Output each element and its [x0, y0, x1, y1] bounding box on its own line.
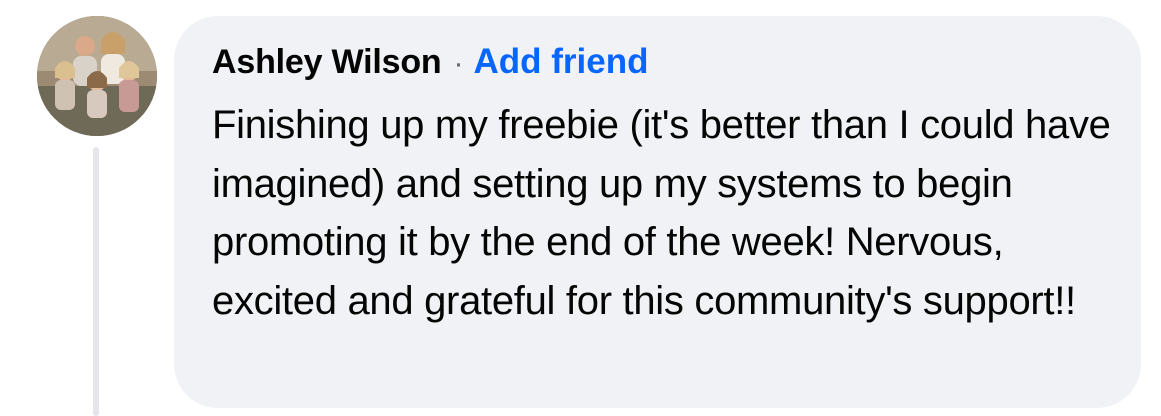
- comment: Ashley Wilson · Add friend Finishing up …: [0, 0, 1161, 416]
- comment-text: Finishing up my freebie (it's better tha…: [212, 103, 1111, 323]
- avatar[interactable]: [37, 16, 157, 136]
- separator-dot: ·: [453, 47, 464, 80]
- comment-bubble: Ashley Wilson · Add friend Finishing up …: [174, 16, 1141, 408]
- comment-header: Ashley Wilson · Add friend: [212, 42, 1111, 86]
- thread-line: [93, 147, 99, 416]
- profile-photo-icon: [37, 16, 157, 136]
- author-name[interactable]: Ashley Wilson: [212, 43, 442, 82]
- add-friend-button[interactable]: Add friend: [473, 42, 648, 82]
